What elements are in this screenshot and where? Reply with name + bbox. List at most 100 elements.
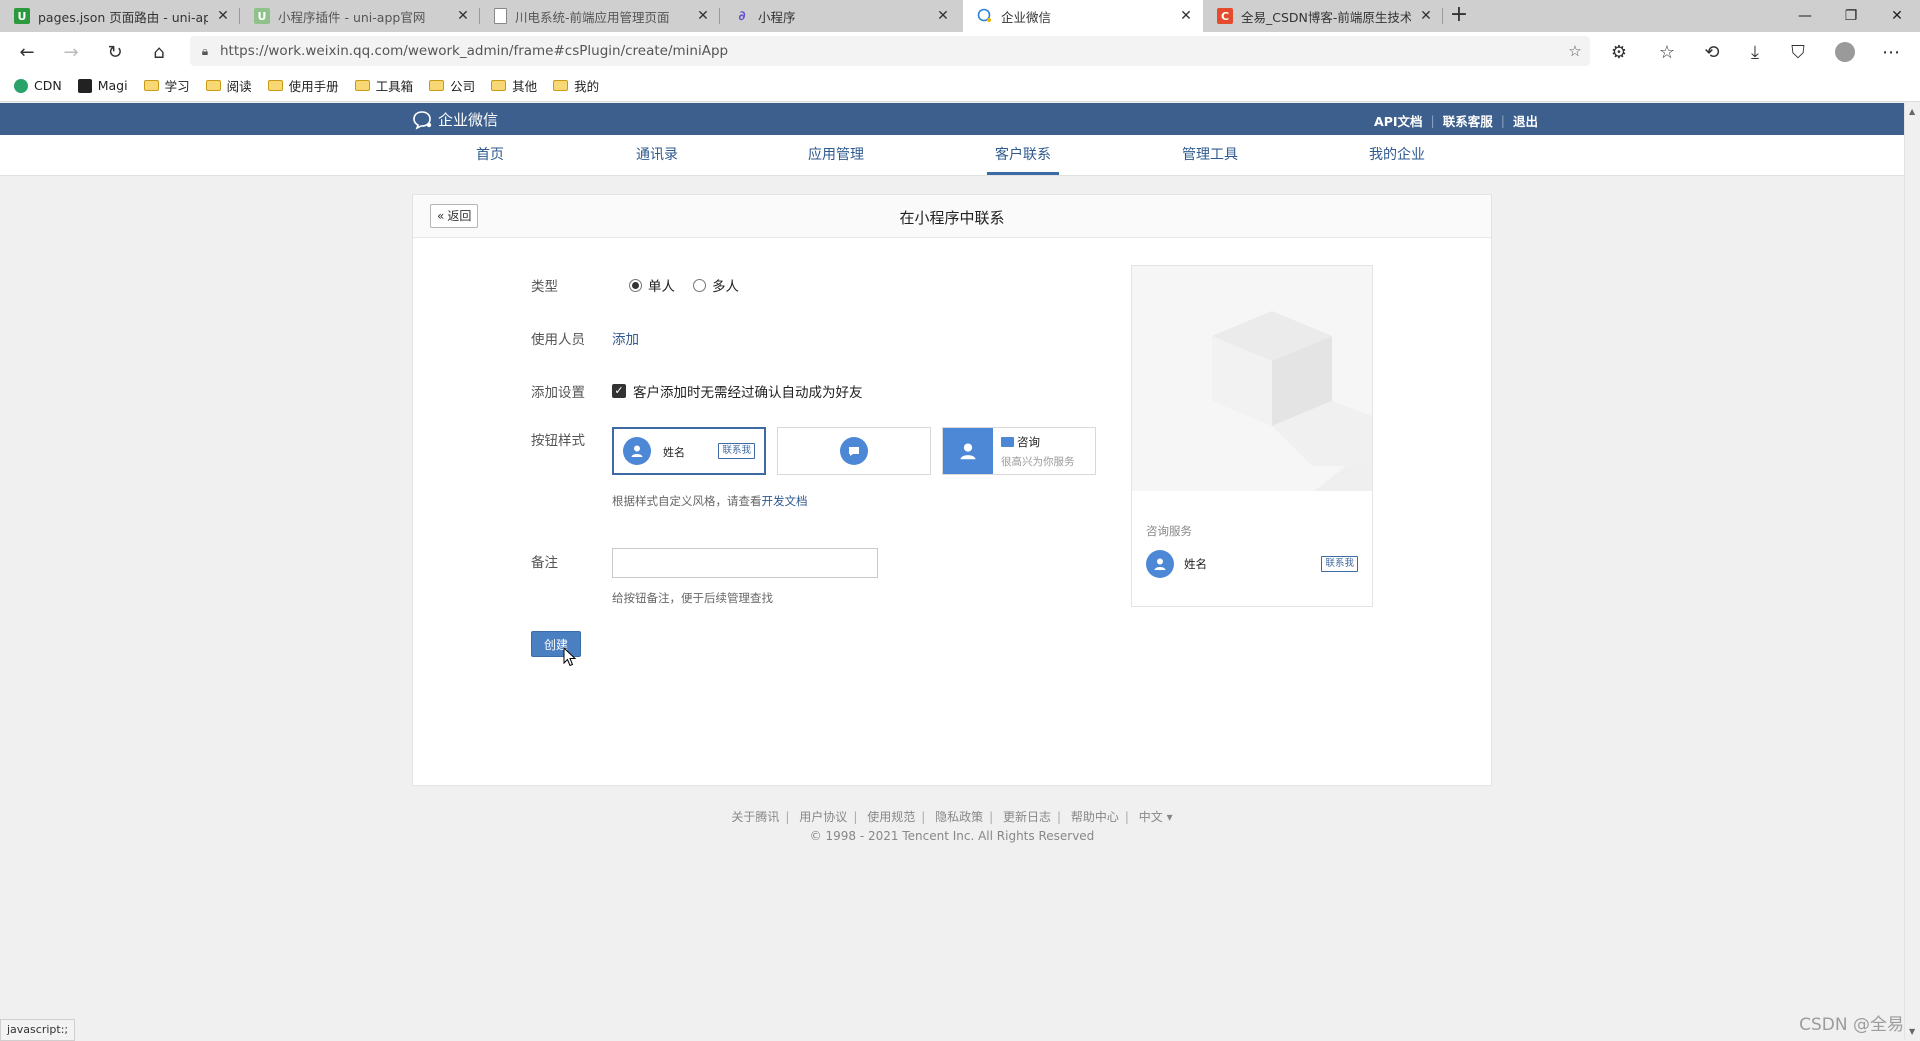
api-docs-link[interactable]: API文档 [1374, 111, 1423, 130]
footer-link[interactable]: 使用规范 [867, 810, 915, 824]
bookmark-folder[interactable]: 公司 [429, 76, 475, 95]
back-arrow-icon[interactable]: ← [14, 39, 40, 65]
radio-single[interactable]: 单人 [629, 275, 675, 295]
copyright: © 1998 - 2021 Tencent Inc. All Rights Re… [809, 829, 1095, 843]
tab-close-icon[interactable]: ✕ [456, 8, 470, 24]
checkbox-checked-icon[interactable]: ✓ [612, 384, 626, 398]
tab-close-icon[interactable]: ✕ [1179, 8, 1193, 24]
auto-friend-label: 客户添加时无需经过确认自动成为好友 [633, 385, 863, 401]
tab-close-icon[interactable]: ✕ [696, 8, 710, 24]
nav-app-management[interactable]: 应用管理 [808, 135, 864, 175]
favorite-star-icon[interactable]: ☆ [1560, 42, 1590, 60]
users-label: 使用人员 [531, 332, 585, 348]
user-avatar-icon [623, 437, 651, 465]
footer-links: 关于腾讯 | 用户协议 | 使用规范 | 隐私政策 | 更新日志 | 帮助中心 | 中文 ▾ [731, 810, 1173, 824]
auto-friend-setting[interactable]: ✓ 客户添加时无需经过确认自动成为好友 [612, 381, 863, 401]
user-avatar-icon [1146, 550, 1174, 578]
card-header: « 返回 在小程序中联系 [413, 195, 1491, 238]
browser-tab[interactable]: U pages.json 页面路由 - uni-app官 ✕ [0, 0, 240, 32]
footer-link[interactable]: 关于腾讯 [731, 810, 779, 824]
style-hint: 根据样式自定义风格，请查看开发文档 [612, 494, 808, 508]
scroll-up-icon[interactable]: ▲ [1909, 107, 1915, 116]
browser-tab-strip: U pages.json 页面路由 - uni-app官 ✕ U 小程序插件 -… [0, 0, 1920, 32]
nav-home[interactable]: 首页 [476, 135, 504, 175]
url-text[interactable]: https://work.weixin.qq.com/wework_admin/… [220, 43, 1560, 59]
more-menu-icon[interactable]: ⋯ [1878, 39, 1904, 65]
page-title: 在小程序中联系 [899, 209, 1005, 227]
preview-name: 姓名 [1184, 557, 1207, 571]
button-style-label: 按钮样式 [531, 433, 585, 449]
tab-close-icon[interactable]: ✕ [216, 8, 230, 24]
uni-app-favicon-icon: U [14, 8, 30, 24]
wework-logo-text: 企业微信 [438, 111, 499, 129]
browser-tab[interactable]: 川电系统-前端应用管理页面 ✕ [480, 0, 720, 32]
bookmark-folder[interactable]: 我的 [553, 76, 599, 95]
footer-link[interactable]: 用户协议 [799, 810, 847, 824]
bookmark-folder[interactable]: 学习 [143, 76, 190, 95]
radio-unchecked-icon[interactable] [693, 278, 706, 292]
favorites-icon[interactable]: ☆ [1654, 39, 1680, 65]
wework-logo[interactable]: 企业微信 [412, 109, 498, 130]
remark-label: 备注 [531, 555, 558, 571]
restore-icon[interactable]: ❐ [1828, 0, 1874, 32]
address-bar[interactable]: 🔒︎ https://work.weixin.qq.com/wework_adm… [190, 36, 1590, 66]
nav-customer-contact[interactable]: 客户联系 [987, 135, 1059, 175]
bookmark-folder[interactable]: 工具箱 [354, 76, 413, 95]
browser-tab-active[interactable]: 企业微信 ✕ [963, 0, 1203, 32]
home-icon[interactable]: ⌂ [146, 39, 172, 65]
preview-image [1132, 266, 1372, 491]
profile-avatar-icon[interactable] [1832, 39, 1858, 65]
remark-hint: 给按钮备注，便于后续管理查找 [612, 591, 773, 605]
browser-essentials-icon[interactable]: ⛉ [1785, 39, 1811, 65]
contact-support-link[interactable]: 联系客服 [1443, 111, 1493, 130]
footer-link[interactable]: 帮助中心 [1071, 810, 1119, 824]
dev-docs-link[interactable]: 开发文档 [762, 494, 808, 508]
browser-tab[interactable]: ∂ 小程序 ✕ [720, 0, 960, 32]
bookmark-magi[interactable]: Magi [77, 78, 128, 93]
close-window-icon[interactable]: ✕ [1874, 0, 1920, 32]
new-tab-button[interactable]: + [1447, 4, 1471, 28]
minimize-icon[interactable]: — [1782, 0, 1828, 32]
history-icon[interactable]: ⟲ [1699, 39, 1725, 65]
folder-icon [143, 80, 159, 91]
wework-favicon-icon [977, 8, 993, 24]
bookmark-cdn[interactable]: CDN [14, 78, 62, 93]
tab-title: 企业微信 [1001, 9, 1052, 25]
language-select[interactable]: 中文 ▾ [1139, 810, 1173, 824]
button-style-option-3[interactable]: 咨询 很高兴为你服务 [942, 427, 1096, 475]
folder-icon [429, 80, 445, 91]
nav-management-tools[interactable]: 管理工具 [1182, 135, 1238, 175]
tab-close-icon[interactable]: ✕ [1419, 8, 1433, 24]
bookmark-folder[interactable]: 使用手册 [267, 76, 339, 95]
bookmark-folder[interactable]: 阅读 [205, 76, 252, 95]
tab-close-icon[interactable]: ✕ [936, 8, 950, 24]
download-icon[interactable]: ⤓ [1742, 39, 1768, 65]
reload-icon[interactable]: ↻ [102, 39, 128, 65]
nav-my-enterprise[interactable]: 我的企业 [1369, 135, 1425, 175]
bookmark-folder[interactable]: 其他 [491, 76, 537, 95]
browser-tab[interactable]: U 小程序插件 - uni-app官网 ✕ [240, 0, 480, 32]
add-settings-label: 添加设置 [531, 385, 585, 401]
remark-input[interactable] [612, 548, 878, 578]
tab-title: 小程序 [758, 9, 796, 25]
add-users-link[interactable]: 添加 [612, 328, 639, 348]
lock-icon[interactable]: 🔒︎ [190, 44, 220, 59]
radio-multi[interactable]: 多人 [693, 275, 739, 295]
page-scrollbar[interactable]: ▲ ▼ [1904, 103, 1920, 1040]
nav-contacts[interactable]: 通讯录 [636, 135, 678, 175]
main-nav: 首页 通讯录 应用管理 客户联系 管理工具 我的企业 [0, 135, 1904, 176]
browser-tab[interactable]: C 全易_CSDN博客-前端原生技术: ✕ [1203, 0, 1443, 32]
button-style-option-1[interactable]: 姓名 联系我 [612, 427, 766, 475]
button-style-option-2[interactable] [777, 427, 931, 475]
cube-placeholder-icon [1212, 311, 1372, 491]
footer-link[interactable]: 隐私政策 [935, 810, 983, 824]
footer-link[interactable]: 更新日志 [1003, 810, 1051, 824]
radio-checked-icon[interactable] [629, 278, 642, 292]
style3-subtitle: 很高兴为你服务 [1001, 456, 1075, 468]
extensions-icon[interactable]: ⚙ [1606, 39, 1632, 65]
forward-arrow-icon[interactable]: → [58, 39, 84, 65]
style3-title: 咨询 [1017, 435, 1040, 449]
logout-link[interactable]: 退出 [1513, 111, 1538, 130]
preview-contact-button: 姓名 联系我 [1146, 548, 1358, 580]
scroll-down-icon[interactable]: ▼ [1909, 1027, 1915, 1036]
